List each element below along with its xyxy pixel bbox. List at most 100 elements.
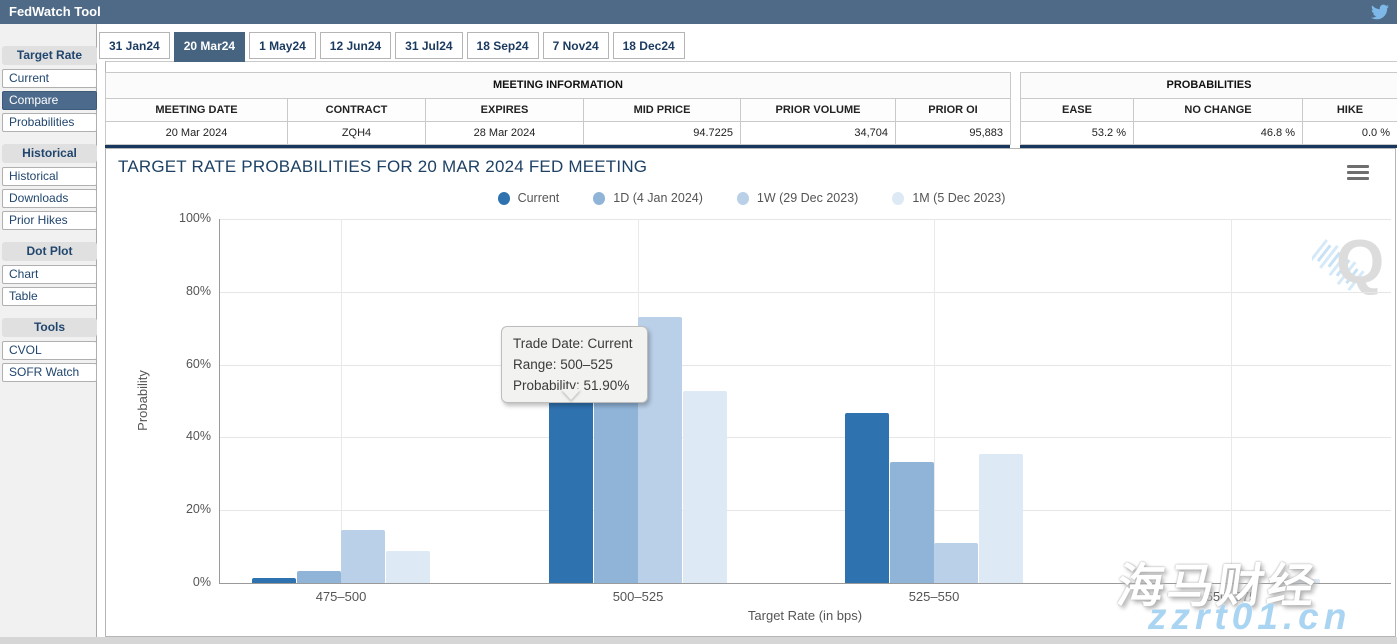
sidebar-header-target-rate: Target Rate <box>2 46 97 65</box>
tab-18-sep24[interactable]: 18 Sep24 <box>467 32 539 59</box>
cell-ease: 53.2 % <box>1021 122 1134 145</box>
watermark-url: zzrt01.cn <box>1148 596 1351 638</box>
cell-meeting-date: 20 Mar 2024 <box>106 122 288 145</box>
tab-31-jan24[interactable]: 31 Jan24 <box>99 32 170 59</box>
tab-20-mar24[interactable]: 20 Mar24 <box>174 32 245 62</box>
legend-label: Current <box>518 191 560 205</box>
y-axis-line <box>219 219 220 583</box>
column-header-prior-oi: PRIOR OI <box>896 99 1011 122</box>
probabilities-table-title: PROBABILITIES <box>1020 72 1397 98</box>
meeting-info-table: MEETING INFORMATIONMEETING DATECONTRACTE… <box>105 72 1010 148</box>
legend-item-1w-29-dec-2023[interactable]: 1W (29 Dec 2023) <box>737 191 858 205</box>
legend-label: 1W (29 Dec 2023) <box>757 191 858 205</box>
tab-12-jun24[interactable]: 12 Jun24 <box>320 32 391 59</box>
gridline-h <box>219 219 1391 220</box>
quikstrike-logo: Q <box>1312 217 1387 302</box>
meeting-info-table-title: MEETING INFORMATION <box>105 72 1011 98</box>
sidebar-header-dot-plot: Dot Plot <box>2 242 97 261</box>
sidebar-item-cvol[interactable]: CVOL <box>2 341 97 360</box>
column-header-prior-volume: PRIOR VOLUME <box>741 99 896 122</box>
sidebar-item-historical[interactable]: Historical <box>2 167 97 186</box>
y-tick-label: 60% <box>165 357 211 373</box>
sidebar-item-compare[interactable]: Compare <box>2 91 97 110</box>
gridline-v <box>341 219 342 583</box>
bar-current-525-550[interactable] <box>845 413 889 583</box>
legend-label: 1D (4 Jan 2024) <box>613 191 703 205</box>
legend-swatch-icon <box>892 192 904 205</box>
bar-current-500-525[interactable] <box>549 394 593 583</box>
sidebar-item-prior-hikes[interactable]: Prior Hikes <box>2 211 97 230</box>
bar-1m-5-dec-2023-475-500[interactable] <box>386 551 430 583</box>
column-header-contract: CONTRACT <box>288 99 426 122</box>
tooltip-range: Range: 500–525 <box>513 354 647 375</box>
y-tick-label: 100% <box>165 211 211 227</box>
gridline-v <box>1231 219 1232 583</box>
tooltip-trade-date: Trade Date: Current <box>513 333 647 354</box>
gridline-h <box>219 510 1391 511</box>
column-header-expires: EXPIRES <box>426 99 584 122</box>
tooltip-pointer <box>561 389 581 400</box>
probabilities-table-row: 53.2 %46.8 %0.0 % <box>1021 122 1397 145</box>
tab-strip: 31 Jan2420 Mar241 May2412 Jun2431 Jul241… <box>99 32 689 62</box>
tab-7-nov24[interactable]: 7 Nov24 <box>543 32 609 59</box>
x-tick-label: 475–500 <box>281 589 401 605</box>
sidebar-item-current[interactable]: Current <box>2 69 97 88</box>
legend-item-1d-4-jan-2024[interactable]: 1D (4 Jan 2024) <box>593 191 703 205</box>
tab-divider <box>105 61 1397 62</box>
tab-1-may24[interactable]: 1 May24 <box>249 32 316 59</box>
bar-1d-4-jan-2024-525-550[interactable] <box>890 462 934 583</box>
svg-text:Q: Q <box>1336 228 1384 297</box>
y-tick-label: 20% <box>165 502 211 518</box>
cell-mid-price: 94.7225 <box>584 122 741 145</box>
gridline-h <box>219 365 1391 366</box>
column-header-no-change: NO CHANGE <box>1134 99 1303 122</box>
bar-1d-4-jan-2024-475-500[interactable] <box>297 571 341 583</box>
bar-1w-29-dec-2023-475-500[interactable] <box>341 530 385 583</box>
cell-prior-oi: 95,883 <box>896 122 1011 145</box>
bar-1m-5-dec-2023-500-525[interactable] <box>683 391 727 583</box>
twitter-bird-icon[interactable] <box>1369 3 1391 21</box>
app-title: FedWatch Tool <box>9 4 101 19</box>
x-tick-label: 525–550 <box>874 589 994 605</box>
legend-swatch-icon <box>737 192 749 205</box>
tab-18-dec24[interactable]: 18 Dec24 <box>613 32 685 59</box>
column-header-meeting-date: MEETING DATE <box>106 99 288 122</box>
cell-contract: ZQH4 <box>288 122 426 145</box>
chart-legend: Current 1D (4 Jan 2024) 1W (29 Dec 2023) 1M… <box>106 191 1397 205</box>
sidebar-item-downloads[interactable]: Downloads <box>2 189 97 208</box>
tab-31-jul24[interactable]: 31 Jul24 <box>395 32 462 59</box>
sidebar-item-probabilities[interactable]: Probabilities <box>2 113 97 132</box>
meeting-info-table-grid: MEETING INFORMATIONMEETING DATECONTRACTE… <box>105 72 1011 145</box>
gridline-h <box>219 437 1391 438</box>
column-header-hike: HIKE <box>1303 99 1397 122</box>
column-header-mid-price: MID PRICE <box>584 99 741 122</box>
probabilities-table: PROBABILITIESEASENO CHANGEHIKE53.2 %46.8… <box>1020 72 1397 148</box>
column-header-ease: EASE <box>1021 99 1134 122</box>
cell-hike: 0.0 % <box>1303 122 1397 145</box>
bar-1w-29-dec-2023-525-550[interactable] <box>934 543 978 583</box>
x-tick-label: 500–525 <box>578 589 698 605</box>
chart-menu-icon[interactable] <box>1347 165 1369 181</box>
bottom-scroll-strip[interactable] <box>0 637 1397 644</box>
legend-swatch-icon <box>498 192 510 205</box>
bar-1m-5-dec-2023-525-550[interactable] <box>979 454 1023 583</box>
legend-item-1m-5-dec-2023[interactable]: 1M (5 Dec 2023) <box>892 191 1005 205</box>
cell-expires: 28 Mar 2024 <box>426 122 584 145</box>
probabilities-table-grid: PROBABILITIESEASENO CHANGEHIKE53.2 %46.8… <box>1020 72 1397 145</box>
chart-title: TARGET RATE PROBABILITIES FOR 20 MAR 202… <box>118 157 647 177</box>
cell-no-change: 46.8 % <box>1134 122 1303 145</box>
sidebar-item-sofr-watch[interactable]: SOFR Watch <box>2 363 97 382</box>
legend-label: 1M (5 Dec 2023) <box>912 191 1005 205</box>
legend-item-current[interactable]: Current <box>498 191 560 205</box>
sidebar-item-chart[interactable]: Chart <box>2 265 97 284</box>
sidebar-item-table[interactable]: Table <box>2 287 97 306</box>
app-header: FedWatch Tool <box>0 0 1397 24</box>
meeting-info-table-row: 20 Mar 2024ZQH428 Mar 202494.722534,7049… <box>106 122 1011 145</box>
y-axis-title: Probability <box>135 370 150 431</box>
sidebar-header-tools: Tools <box>2 318 97 337</box>
legend-swatch-icon <box>593 192 605 205</box>
y-tick-label: 80% <box>165 284 211 300</box>
chart-panel: TARGET RATE PROBABILITIES FOR 20 MAR 202… <box>105 148 1396 637</box>
gridline-h <box>219 292 1391 293</box>
y-tick-label: 40% <box>165 429 211 445</box>
